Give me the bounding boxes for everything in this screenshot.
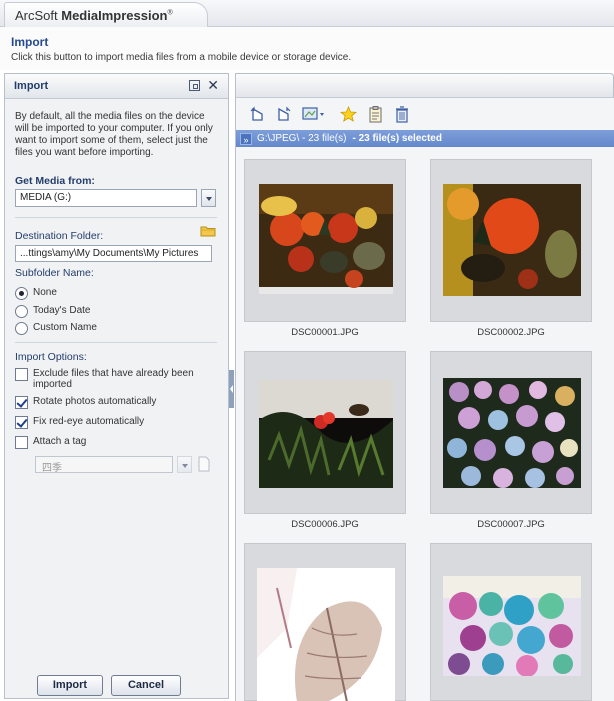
media-browser: » G:\JPEG\ - 23 file(s) - 23 file(s) sel… [235, 73, 614, 701]
radio-custom-name[interactable]: Custom Name [15, 322, 97, 335]
option-exclude-imported[interactable]: Exclude files that have already been imp… [15, 368, 198, 390]
panel-splitter-handle[interactable] [229, 370, 234, 408]
chevron-down-icon [177, 456, 192, 473]
import-panel-header: Import ✕ [5, 74, 228, 99]
photo-thumbnail [443, 378, 581, 488]
get-media-label: Get Media from: [15, 175, 95, 187]
media-toolbar [236, 99, 614, 129]
photo-thumbnail [257, 568, 395, 701]
radio-button[interactable] [15, 305, 28, 318]
checkbox-label: Attach a tag [33, 436, 87, 447]
radio-todays-date[interactable]: Today's Date [15, 305, 91, 318]
import-panel-title: Import [14, 80, 49, 92]
view-mode-icon[interactable] [302, 105, 326, 123]
delete-icon[interactable] [393, 105, 411, 123]
app-titlebar: ArcSoft MediaImpression® [0, 0, 614, 27]
option-rotate-photos[interactable]: Rotate photos automatically [15, 396, 198, 409]
properties-icon[interactable] [366, 105, 384, 123]
divider [15, 342, 217, 343]
thumbnail-filename: DSC00007.JPG [477, 519, 545, 530]
chevron-down-icon[interactable] [201, 189, 216, 207]
radio-none[interactable]: None [15, 287, 57, 300]
radio-label: None [33, 287, 57, 298]
checkbox[interactable] [15, 368, 28, 381]
thumbnail-item[interactable] [430, 159, 592, 322]
new-tag-icon [198, 456, 210, 472]
option-attach-tag[interactable]: Attach a tag [15, 436, 198, 449]
app-name-mark: ® [167, 9, 173, 17]
thumbnail-filename: DSC00001.JPG [291, 327, 359, 338]
folder-path: G:\JPEG\ - 23 file(s) [257, 133, 347, 144]
option-fix-red-eye[interactable]: Fix red-eye automatically [15, 416, 198, 429]
app-title: ArcSoft MediaImpression® [4, 2, 208, 27]
thumbnail-item[interactable] [430, 543, 592, 701]
cancel-button[interactable]: Cancel [111, 675, 181, 696]
import-button[interactable]: Import [37, 675, 103, 696]
import-intro-text: By default, all the media files on the d… [15, 111, 213, 158]
rotate-right-icon[interactable] [275, 105, 293, 123]
photo-thumbnail [443, 184, 581, 296]
photo-thumbnail [259, 380, 393, 488]
radio-button[interactable] [15, 322, 28, 335]
destination-folder-field[interactable]: ...ttings\amy\My Documents\My Pictures [15, 245, 212, 262]
thumbnail-filename: DSC00002.JPG [477, 327, 545, 338]
close-icon[interactable]: ✕ [207, 77, 219, 94]
import-panel-body: By default, all the media files on the d… [5, 100, 228, 698]
destination-folder-label: Destination Folder: [15, 230, 104, 242]
selection-count: - 23 file(s) selected [352, 133, 442, 144]
checkbox[interactable] [15, 436, 28, 449]
checkbox[interactable] [15, 416, 28, 429]
thumbnail-item[interactable] [430, 351, 592, 514]
page-header: Import Click this button to import media… [0, 27, 614, 70]
thumbnail-filename: DSC00006.JPG [291, 519, 359, 530]
radio-button[interactable] [15, 287, 28, 300]
page-description: Click this button to import media files … [11, 52, 352, 63]
folder-icon[interactable] [200, 225, 216, 237]
tag-select: 四季 [35, 456, 173, 474]
star-icon[interactable] [339, 105, 357, 123]
media-browser-header [236, 73, 614, 98]
checkbox-label: Exclude files that have already been imp… [33, 368, 194, 390]
dock-icon[interactable] [189, 80, 200, 91]
app-name-bold: MediaImpression [61, 8, 168, 23]
media-source-select[interactable]: MEDIA (G:) [15, 189, 197, 207]
breadcrumb: » G:\JPEG\ - 23 file(s) - 23 file(s) sel… [236, 130, 614, 147]
subfolder-name-label: Subfolder Name: [15, 267, 94, 279]
page-title: Import [11, 35, 49, 49]
checkbox-label: Rotate photos automatically [33, 396, 157, 407]
photo-thumbnail [443, 576, 581, 676]
thumbnail-item[interactable] [244, 351, 406, 514]
checkbox-label: Fix red-eye automatically [33, 416, 145, 427]
photo-thumbnail [259, 184, 393, 294]
thumbnail-item[interactable] [244, 159, 406, 322]
rotate-left-icon[interactable] [248, 105, 266, 123]
radio-label: Today's Date [33, 305, 91, 316]
checkbox[interactable] [15, 396, 28, 409]
app-name-prefix: ArcSoft [15, 8, 62, 23]
import-panel: Import ✕ By default, all the media files… [4, 73, 229, 699]
radio-label: Custom Name [33, 322, 97, 333]
thumbnail-item[interactable] [244, 543, 406, 701]
divider [15, 217, 217, 218]
expand-chevron-icon[interactable]: » [240, 132, 252, 145]
import-options-label: Import Options: [15, 351, 87, 363]
